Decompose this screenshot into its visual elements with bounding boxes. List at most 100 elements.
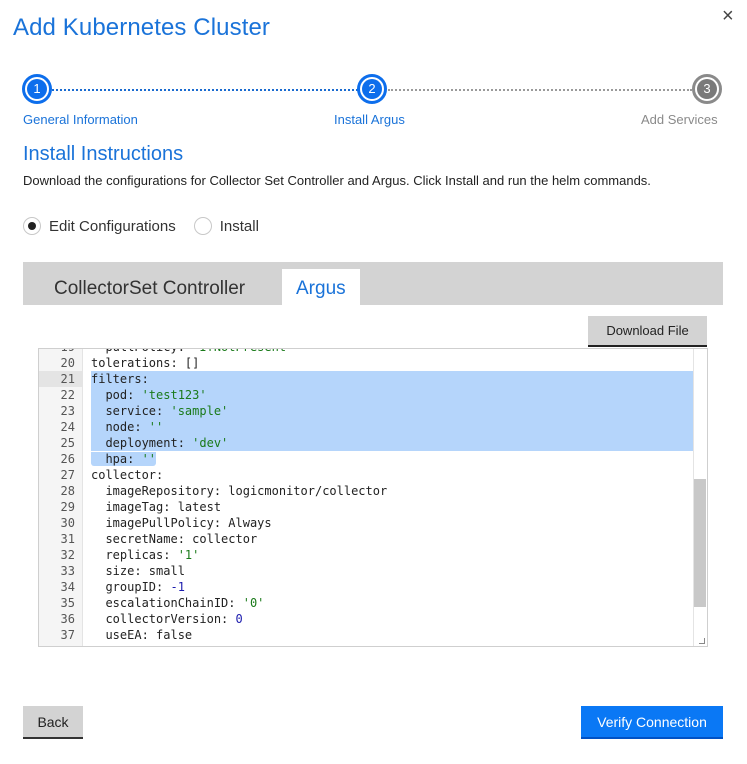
text-token: imagePullPolicy: Always: [91, 516, 272, 530]
code-text: imageRepository: logicmonitor/collector: [91, 483, 387, 499]
code-line[interactable]: 30 imagePullPolicy: Always: [39, 515, 693, 531]
line-number: 29: [60, 500, 75, 514]
string-token: '0': [242, 596, 265, 610]
code-line[interactable]: 36 collectorVersion: 0: [39, 611, 693, 627]
line-number: 22: [60, 388, 75, 402]
step-3-label: Add Services: [641, 112, 718, 127]
text-token: useEA: false: [91, 628, 193, 642]
radio-install-label: Install: [219, 217, 259, 235]
code-text: deployment: 'dev': [91, 435, 693, 451]
line-number: 38: [39, 643, 75, 646]
text-token: filters:: [91, 372, 149, 386]
code-line[interactable]: 22 pod: 'test123': [39, 387, 693, 403]
scrollbar-thumb[interactable]: [694, 479, 706, 607]
code-text: node: '': [91, 419, 693, 435]
text-token: secretName: collector: [91, 532, 258, 546]
tab-argus[interactable]: Argus: [282, 269, 360, 305]
code-text: hpa: '': [91, 451, 157, 467]
line-number: 37: [60, 628, 75, 642]
line-number: 20: [60, 356, 75, 370]
code-line[interactable]: 38 proxyURL: '': [39, 643, 693, 646]
line-number: 27: [60, 468, 75, 482]
code-line[interactable]: 24 node: '': [39, 419, 693, 435]
code-line[interactable]: 32 replicas: '1': [39, 547, 693, 563]
radio-checked-icon[interactable]: [23, 217, 41, 235]
code-text: size: small: [91, 563, 184, 579]
verify-connection-button[interactable]: Verify Connection: [581, 706, 723, 739]
code-text: groupID: -1: [91, 579, 185, 595]
line-number: 33: [60, 564, 75, 578]
number-token: 0: [235, 612, 243, 626]
download-file-button[interactable]: Download File: [588, 316, 707, 347]
code-line[interactable]: 27 collector:: [39, 467, 693, 483]
line-number: 28: [60, 484, 75, 498]
step-1-number: 1: [27, 79, 47, 99]
code-line[interactable]: 34 groupID: -1: [39, 579, 693, 595]
code-text: useEA: false: [91, 627, 192, 643]
code-line[interactable]: 31 secretName: collector: [39, 531, 693, 547]
text-token: proxyURL:: [91, 644, 178, 646]
step-1-indicator[interactable]: 1: [22, 74, 52, 104]
step-1-label[interactable]: General Information: [23, 112, 138, 127]
text-token: pod:: [91, 388, 142, 402]
back-button[interactable]: Back: [23, 706, 83, 739]
text-token: collector:: [91, 468, 164, 482]
step-2-label[interactable]: Install Argus: [334, 112, 405, 127]
code-text: collectorVersion: 0: [91, 611, 243, 627]
code-text: imageTag: latest: [91, 499, 221, 515]
line-number: 25: [60, 436, 75, 450]
string-token: '1': [177, 548, 200, 562]
editor-scrollbar[interactable]: [693, 349, 707, 646]
text-token: deployment:: [91, 436, 193, 450]
radio-unchecked-icon[interactable]: [193, 217, 212, 235]
section-title: Install Instructions: [23, 143, 184, 165]
text-token: imageRepository: logicmonitor/collector: [91, 484, 388, 498]
radio-install[interactable]: Install: [193, 217, 259, 235]
code-line[interactable]: 28 imageRepository: logicmonitor/collect…: [39, 483, 693, 499]
stepper: 1 General Information 2 Install Argus 3 …: [0, 74, 747, 134]
code-line[interactable]: 21 filters:: [39, 371, 693, 387]
string-token: 'test123': [141, 388, 207, 402]
text-token: groupID:: [91, 580, 171, 594]
line-number: 31: [60, 532, 75, 546]
yaml-code-editor[interactable]: 19 pullPolicy: 'IfNotPresent'20toleratio…: [38, 348, 708, 647]
text-token: collectorVersion:: [91, 612, 236, 626]
resize-handle-icon[interactable]: [699, 638, 705, 644]
code-lines: 19 pullPolicy: 'IfNotPresent'20toleratio…: [39, 349, 693, 646]
tab-collectorset-controller[interactable]: CollectorSet Controller: [40, 269, 259, 305]
code-line[interactable]: 23 service: 'sample': [39, 403, 693, 419]
code-line[interactable]: 33 size: small: [39, 563, 693, 579]
code-text: pullPolicy: 'IfNotPresent': [91, 349, 293, 355]
text-token: service:: [91, 404, 171, 418]
text-token: pullPolicy:: [91, 349, 192, 354]
line-number: 34: [60, 580, 75, 594]
radio-edit-configurations-label: Edit Configurations: [49, 217, 176, 235]
code-line[interactable]: 25 deployment: 'dev': [39, 435, 693, 451]
code-text: filters:: [91, 371, 693, 387]
line-number: 19: [39, 349, 75, 355]
radio-edit-configurations[interactable]: Edit Configurations: [23, 217, 176, 235]
code-text: replicas: '1': [91, 547, 199, 563]
code-line[interactable]: 26 hpa: '': [39, 451, 693, 467]
close-icon[interactable]: ×: [722, 5, 734, 27]
string-token: '': [148, 420, 164, 434]
code-text: tolerations: []: [91, 355, 199, 371]
text-token: escalationChainID:: [91, 596, 243, 610]
string-token: 'IfNotPresent': [192, 349, 293, 354]
mode-radio-group: Edit Configurations Install: [23, 217, 277, 235]
line-number: 32: [60, 548, 75, 562]
step-2-number: 2: [362, 79, 382, 99]
step-2-indicator[interactable]: 2: [357, 74, 387, 104]
code-text: proxyURL: '': [91, 643, 192, 646]
code-line[interactable]: 37 useEA: false: [39, 627, 693, 643]
step-connector-1-2: [52, 89, 358, 91]
step-3-indicator: 3: [692, 74, 722, 104]
text-token: tolerations: []: [91, 356, 200, 370]
section-description: Download the configurations for Collecto…: [23, 173, 651, 188]
string-token: 'sample': [170, 404, 229, 418]
code-line[interactable]: 35 escalationChainID: '0': [39, 595, 693, 611]
code-line[interactable]: 19 pullPolicy: 'IfNotPresent': [39, 349, 693, 355]
code-text: collector:: [91, 467, 163, 483]
code-line[interactable]: 20 tolerations: []: [39, 355, 693, 371]
code-line[interactable]: 29 imageTag: latest: [39, 499, 693, 515]
